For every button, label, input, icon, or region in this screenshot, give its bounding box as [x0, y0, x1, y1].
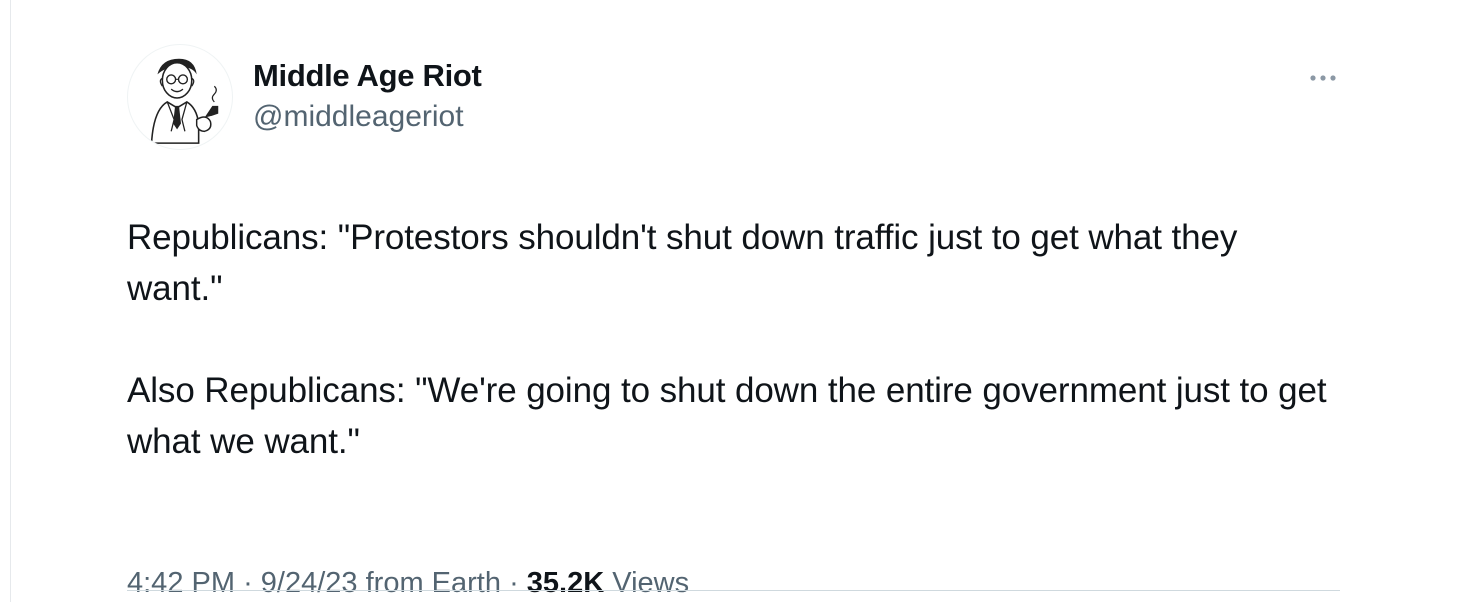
author-display-name[interactable]: Middle Age Riot	[253, 56, 482, 96]
pipe-smoking-man-icon	[150, 58, 219, 144]
ellipsis-icon	[1310, 75, 1336, 81]
avatar[interactable]	[127, 44, 233, 150]
tweet-meta: 4:42 PM · 9/24/23 from Earth · 35.2K Vie…	[127, 563, 689, 603]
tweet-date[interactable]: 9/24/23	[261, 567, 358, 599]
views-count[interactable]: 35.2K	[527, 567, 604, 599]
divider	[127, 590, 1340, 591]
more-options-button[interactable]	[1306, 66, 1340, 90]
tweet-source: from Earth	[365, 567, 501, 599]
views-label[interactable]: Views	[612, 567, 689, 599]
tweet-text: Republicans: "Protestors shouldn't shut …	[127, 218, 1327, 461]
meta-separator: ·	[243, 567, 253, 599]
meta-separator-2: ·	[509, 567, 519, 599]
author-block: Middle Age Riot @middleageriot	[253, 56, 482, 137]
tweet-time[interactable]: 4:42 PM	[127, 567, 235, 599]
author-handle[interactable]: @middleageriot	[253, 97, 482, 137]
